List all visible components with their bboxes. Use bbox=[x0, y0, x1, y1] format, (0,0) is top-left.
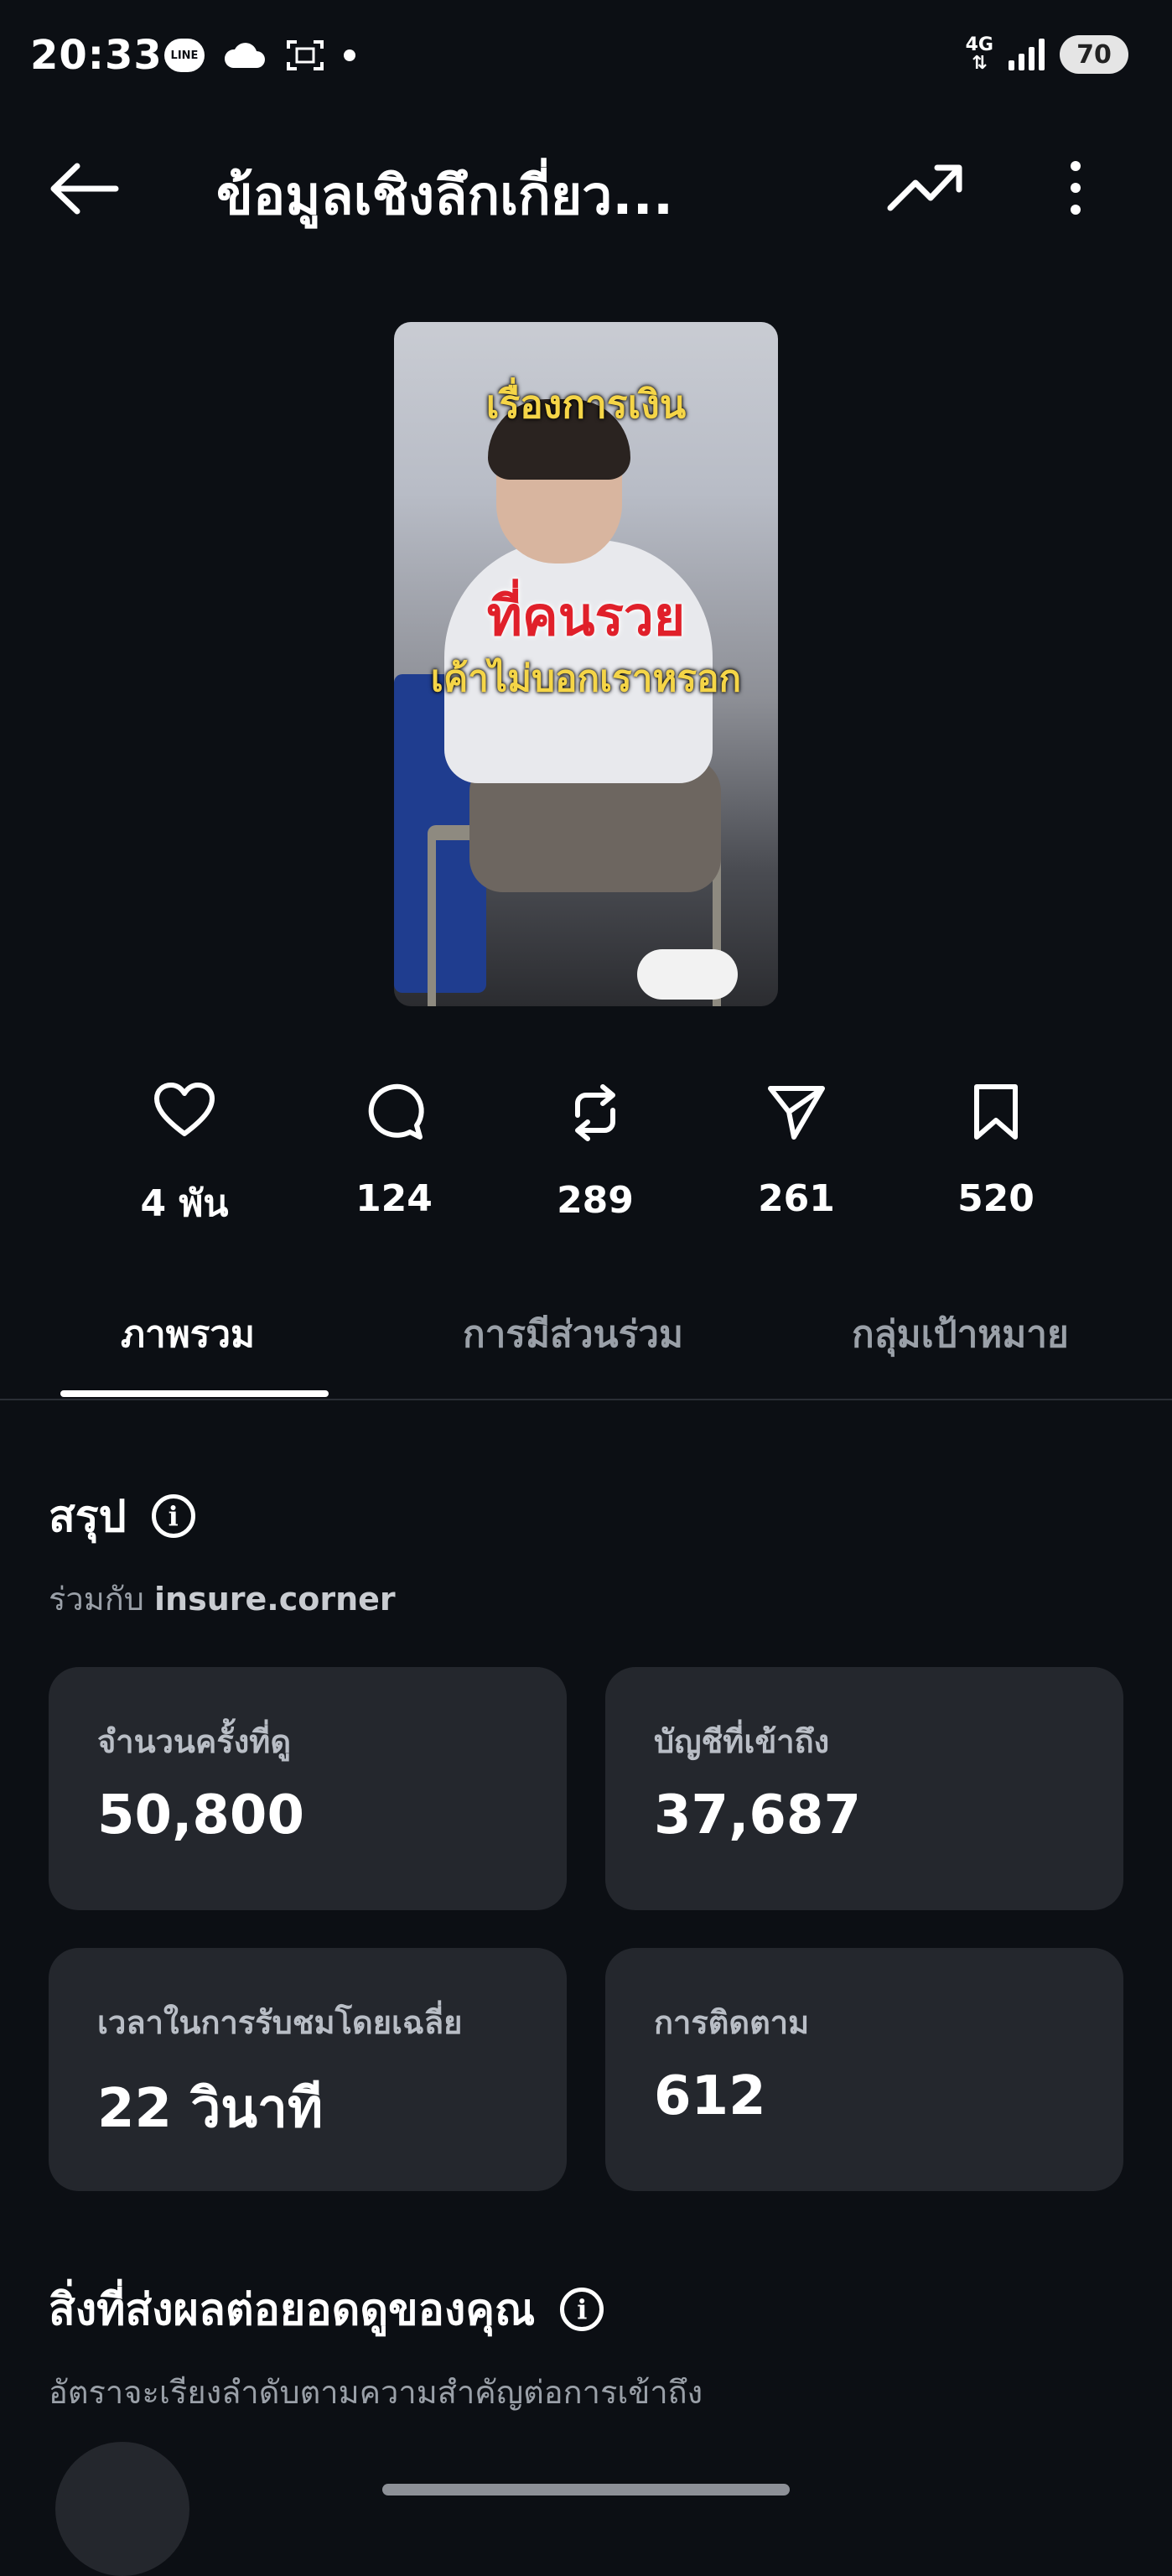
heart-icon bbox=[154, 1083, 215, 1136]
more-vertical-icon bbox=[1071, 161, 1081, 215]
stat-shares-value: 261 bbox=[758, 1177, 835, 1220]
status-system-icons: 4G ⇅ 70 bbox=[966, 35, 1128, 74]
stat-saves-value: 520 bbox=[957, 1177, 1035, 1220]
info-icon[interactable]: i bbox=[560, 2287, 604, 2331]
trending-button[interactable] bbox=[885, 158, 966, 216]
metric-card-avg-watch-time[interactable]: เวลาในการรับชมโดยเฉลี่ย 22 วินาที bbox=[49, 1948, 567, 2191]
stat-reposts-value: 289 bbox=[557, 1179, 634, 1222]
stat-likes-value: 4 พัน bbox=[140, 1182, 229, 1225]
thumbnail-caption-line1: เรื่องการเงิน bbox=[485, 382, 687, 427]
reel-thumbnail[interactable]: เรื่องการเงิน ที่คนรวย เค้าไม่บอกเราหรอก bbox=[394, 322, 778, 1006]
summary-title: สรุป bbox=[49, 1492, 127, 1542]
metric-card-follows[interactable]: การติดตาม 612 bbox=[605, 1948, 1123, 2191]
cloud-icon bbox=[224, 43, 265, 68]
metric-value: 22 วินาที bbox=[97, 2078, 324, 2140]
network-type: 4G ⇅ bbox=[965, 34, 993, 74]
tab-audience[interactable]: กลุ่มเป้าหมาย bbox=[852, 1305, 1069, 1363]
stat-reposts[interactable]: 289 bbox=[520, 1082, 671, 1222]
bookmark-icon bbox=[974, 1084, 1018, 1140]
tab-overview[interactable]: ภาพรวม bbox=[121, 1305, 255, 1363]
collab-account[interactable]: insure.corner bbox=[154, 1581, 396, 1618]
metric-card-accounts-reached[interactable]: บัญชีที่เข้าถึง 37,687 bbox=[605, 1667, 1123, 1910]
stat-comments-value: 124 bbox=[355, 1177, 433, 1220]
metric-label: เวลาในการรับชมโดยเฉลี่ย bbox=[97, 2004, 463, 2041]
thumbnail-caption-line3: เค้าไม่บอกเราหรอก bbox=[430, 657, 742, 700]
notification-dot bbox=[344, 49, 355, 61]
stat-likes[interactable]: 4 พัน bbox=[109, 1082, 260, 1233]
home-indicator[interactable] bbox=[382, 2484, 790, 2496]
arrow-left-icon bbox=[50, 163, 119, 215]
page-title: ข้อมูลเชิงลึกเกี่ยว... bbox=[216, 165, 674, 227]
signal-icon bbox=[1009, 39, 1045, 70]
factors-title: สิ่งที่ส่งผลต่อยอดดูของคุณ bbox=[49, 2285, 536, 2335]
factors-header: สิ่งที่ส่งผลต่อยอดดูของคุณ i bbox=[49, 2274, 604, 2344]
factor-item-avatar bbox=[55, 2442, 189, 2576]
tabs-divider bbox=[0, 1399, 1172, 1400]
tab-engagement[interactable]: การมีส่วนร่วม bbox=[463, 1305, 683, 1363]
repost-icon bbox=[575, 1084, 615, 1141]
status-notification-icons: LINE bbox=[164, 37, 355, 74]
metric-value: 37,687 bbox=[654, 1784, 861, 1846]
metric-card-views[interactable]: จำนวนครั้งที่ดู 50,800 bbox=[49, 1667, 567, 1910]
thumbnail-shoe bbox=[637, 949, 738, 1000]
comment-icon bbox=[368, 1083, 424, 1140]
active-tab-indicator bbox=[60, 1390, 329, 1397]
status-time: 20:33 bbox=[30, 32, 163, 79]
stat-saves[interactable]: 520 bbox=[920, 1082, 1071, 1220]
metric-value: 50,800 bbox=[97, 1784, 304, 1846]
battery-indicator: 70 bbox=[1060, 35, 1128, 74]
metric-label: การติดตาม bbox=[654, 2004, 810, 2041]
trending-up-icon bbox=[887, 164, 962, 211]
info-icon[interactable]: i bbox=[151, 1493, 195, 1538]
send-icon bbox=[768, 1086, 825, 1140]
thumbnail-caption-line2: ที่คนรวย bbox=[486, 586, 686, 648]
metric-label: จำนวนครั้งที่ดู bbox=[97, 1723, 292, 1760]
metric-label: บัญชีที่เข้าถึง bbox=[654, 1723, 830, 1760]
collab-line: ร่วมกับ insure.corner bbox=[49, 1573, 396, 1624]
more-options-button[interactable] bbox=[1053, 156, 1098, 220]
line-app-icon: LINE bbox=[164, 39, 205, 72]
stat-shares[interactable]: 261 bbox=[721, 1082, 872, 1220]
back-button[interactable] bbox=[47, 159, 122, 218]
collab-prefix: ร่วมกับ bbox=[49, 1581, 144, 1618]
factors-subtitle: อัตราจะเรียงลำดับตามความสำคัญต่อการเข้าถ… bbox=[49, 2374, 703, 2411]
summary-header: สรุป i bbox=[49, 1481, 195, 1550]
stat-comments[interactable]: 124 bbox=[319, 1082, 469, 1220]
screenshot-icon bbox=[287, 40, 324, 70]
metric-value: 612 bbox=[654, 2065, 766, 2127]
